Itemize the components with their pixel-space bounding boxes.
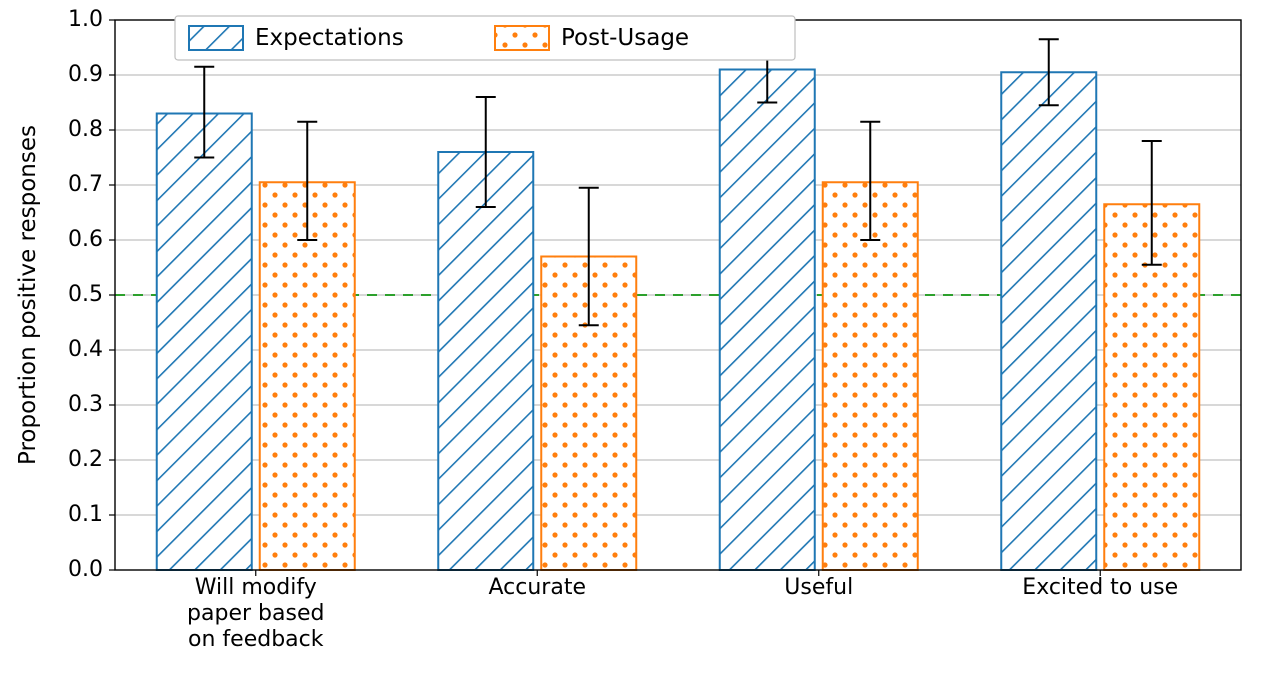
legend-swatch-expectations (189, 26, 243, 50)
x-tick-label: Accurate (489, 575, 587, 600)
legend-swatch-postusage (495, 26, 549, 50)
x-tick-label: on feedback (188, 627, 324, 652)
x-tick-label: Will modify (195, 575, 317, 600)
y-axis-label: Proportion positive responses (15, 125, 41, 465)
y-tick-label: 0.5 (68, 282, 103, 307)
x-tick-label: Useful (784, 575, 853, 600)
bar-expectations (438, 152, 533, 570)
chart-container: 0.0 0.1 0.2 0.3 0.4 0.5 0.6 0.7 0.8 0.9 1.0 Will mo… (0, 0, 1266, 678)
y-tick-label: 0.4 (68, 337, 103, 362)
chart-svg: 0.0 0.1 0.2 0.3 0.4 0.5 0.6 0.7 0.8 0.9 1.0 Will mo… (0, 0, 1266, 678)
x-tick-label: Excited to use (1022, 575, 1178, 600)
y-tick-label: 0.1 (68, 502, 103, 527)
legend-label-postusage: Post-Usage (561, 25, 689, 51)
legend-label-expectations: Expectations (255, 25, 404, 51)
bar-expectations (1001, 72, 1096, 570)
bar-expectations (720, 70, 815, 571)
y-tick-label: 0.0 (68, 557, 103, 582)
y-tick-label: 0.2 (68, 447, 103, 472)
y-tick-label: 0.6 (68, 227, 103, 252)
x-tick-label: paper based (187, 601, 324, 626)
y-tick-label: 1.0 (68, 7, 103, 32)
y-tick-label: 0.8 (68, 117, 103, 142)
y-tick-label: 0.7 (68, 172, 103, 197)
bar-expectations (157, 114, 252, 571)
y-tick-label: 0.3 (68, 392, 103, 417)
y-tick-label: 0.9 (68, 62, 103, 87)
